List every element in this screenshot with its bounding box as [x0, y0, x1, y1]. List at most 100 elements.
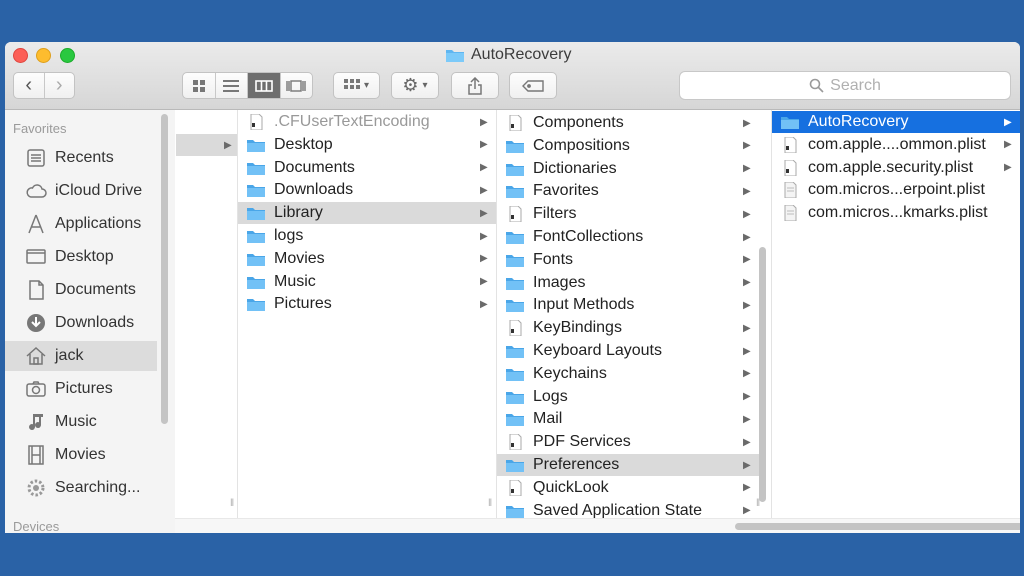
search-field[interactable]: Search — [679, 71, 1011, 100]
chevron-right-icon: ▶ — [743, 299, 751, 311]
file-row[interactable]: Filters ▶ — [497, 203, 759, 225]
chevron-right-icon: ▶ — [224, 139, 232, 151]
folder-icon — [505, 183, 525, 199]
close-button[interactable] — [13, 48, 28, 63]
chevron-right-icon: ▶ — [480, 298, 488, 310]
item-name: Input Methods — [533, 296, 635, 314]
library-scrollbar[interactable] — [759, 247, 766, 502]
folder-row[interactable]: Images ▶ — [497, 272, 759, 294]
action-button[interactable]: ⚙ ▾ — [391, 72, 439, 99]
folder-row[interactable]: Pictures ▶ — [238, 293, 496, 315]
chevron-right-icon: ▶ — [1004, 139, 1012, 151]
folder-row[interactable]: Keychains ▶ — [497, 363, 759, 385]
file-row[interactable]: .CFUserTextEncoding ▶ — [238, 111, 496, 133]
sidebar-item-movies[interactable]: Movies — [5, 440, 157, 470]
chevron-right-icon: ▶ — [1004, 116, 1012, 128]
folder-icon — [246, 137, 266, 153]
chevron-right-icon: ▶ — [480, 184, 488, 196]
icon-view-icon — [192, 79, 205, 92]
sidebar-item-label: Applications — [55, 215, 142, 232]
folder-row[interactable]: Saved Application State ▶ — [497, 500, 759, 518]
sidebar-item-documents[interactable]: Documents — [5, 275, 157, 305]
folder-row[interactable]: FontCollections ▶ — [497, 226, 759, 248]
folder-row[interactable]: AutoRecovery ▶ — [772, 111, 1020, 133]
folder-row[interactable]: Input Methods ▶ — [497, 294, 759, 316]
sidebar-item-desktop[interactable]: Desktop — [5, 242, 157, 272]
sidebar: Favorites Recents iCloud Drive Application… — [5, 110, 175, 533]
folder-row[interactable]: Documents ▶ — [238, 157, 496, 179]
folder-icon — [505, 275, 525, 291]
horizontal-scrollbar[interactable] — [735, 523, 1020, 530]
folder-row[interactable]: Keyboard Layouts ▶ — [497, 340, 759, 362]
item-name: Music — [274, 272, 316, 290]
recents-icon — [25, 147, 47, 169]
item-name: Desktop — [274, 135, 333, 153]
folder-icon — [505, 161, 525, 177]
item-name: com.apple.security.plist — [808, 158, 974, 176]
sidebar-item-label: iCloud Drive — [55, 182, 143, 199]
folder-row[interactable]: Favorites ▶ — [497, 180, 759, 202]
arrange-button[interactable]: ▾ — [333, 72, 380, 99]
chevron-down-icon: ▾ — [422, 80, 428, 91]
item-name: Dictionaries — [533, 159, 617, 177]
column-resize-handle[interactable]: ‖ — [488, 498, 493, 509]
file-row[interactable]: com.micros...erpoint.plist — [772, 179, 1020, 201]
document-icon — [505, 319, 525, 337]
folder-row[interactable]: Preferences ▶ — [497, 454, 759, 476]
item-name: Library — [274, 204, 323, 222]
root-selected-row[interactable]: ▶ — [176, 134, 237, 156]
sidebar-scrollbar[interactable] — [161, 114, 168, 424]
sidebar-item-music[interactable]: Music — [5, 407, 157, 437]
chevron-right-icon: ▶ — [743, 368, 751, 380]
folder-row[interactable]: Library ▶ — [238, 202, 496, 225]
folder-row[interactable]: Downloads ▶ — [238, 179, 496, 201]
file-row[interactable]: QuickLook ▶ — [497, 477, 759, 499]
column-view-button[interactable] — [248, 73, 281, 98]
share-button[interactable] — [451, 72, 499, 99]
icon-view-button[interactable] — [183, 73, 216, 98]
view-mode-control — [182, 72, 313, 99]
forward-button[interactable]: › — [45, 73, 75, 98]
sidebar-item-applications[interactable]: Applications — [5, 209, 157, 239]
gallery-view-button[interactable] — [281, 73, 313, 98]
search-placeholder: Search — [830, 76, 881, 94]
sidebar-item-icloud-drive[interactable]: iCloud Drive — [5, 176, 157, 206]
file-row[interactable]: Components ▶ — [497, 112, 759, 134]
film-icon — [25, 444, 47, 466]
folder-row[interactable]: logs ▶ — [238, 225, 496, 247]
folder-row[interactable]: Fonts ▶ — [497, 249, 759, 271]
sidebar-item-label: jack — [55, 347, 84, 364]
sidebar-item-label: Pictures — [55, 380, 113, 397]
chevron-right-icon: ▶ — [743, 345, 751, 357]
back-button[interactable]: ‹ — [14, 73, 45, 98]
list-view-button[interactable] — [216, 73, 248, 98]
sidebar-item-recents[interactable]: Recents — [5, 143, 157, 173]
tags-button[interactable] — [509, 72, 557, 99]
folder-icon — [505, 457, 525, 473]
folder-row[interactable]: Desktop ▶ — [238, 134, 496, 156]
file-row[interactable]: KeyBindings ▶ — [497, 317, 759, 339]
folder-row[interactable]: Music ▶ — [238, 271, 496, 293]
folder-row[interactable]: Movies ▶ — [238, 248, 496, 270]
folder-row[interactable]: Compositions ▶ — [497, 135, 759, 157]
sidebar-item-searching[interactable]: Searching... — [5, 473, 157, 503]
file-row[interactable]: com.apple....ommon.plist ▶ — [772, 134, 1020, 156]
column-resize-handle[interactable]: ‖ — [230, 498, 235, 509]
item-name: Images — [533, 273, 586, 291]
zoom-button[interactable] — [60, 48, 75, 63]
folder-row[interactable]: Logs ▶ — [497, 386, 759, 408]
file-row[interactable]: com.apple.security.plist ▶ — [772, 157, 1020, 179]
minimize-button[interactable] — [36, 48, 51, 63]
sidebar-item-jack[interactable]: jack — [5, 341, 157, 371]
file-row[interactable]: com.micros...kmarks.plist — [772, 202, 1020, 224]
sidebar-item-downloads[interactable]: Downloads — [5, 308, 157, 338]
folder-row[interactable]: Mail ▶ — [497, 408, 759, 430]
chevron-right-icon: ▶ — [480, 207, 488, 219]
item-name: Components — [533, 114, 624, 131]
folder-row[interactable]: Dictionaries ▶ — [497, 158, 759, 180]
chevron-right-icon: ▶ — [743, 436, 751, 448]
file-row[interactable]: PDF Services ▶ — [497, 431, 759, 453]
sidebar-item-pictures[interactable]: Pictures — [5, 374, 157, 404]
sidebar-item-label: Desktop — [55, 248, 114, 265]
column-root: ▶ ‖ — [176, 110, 237, 518]
